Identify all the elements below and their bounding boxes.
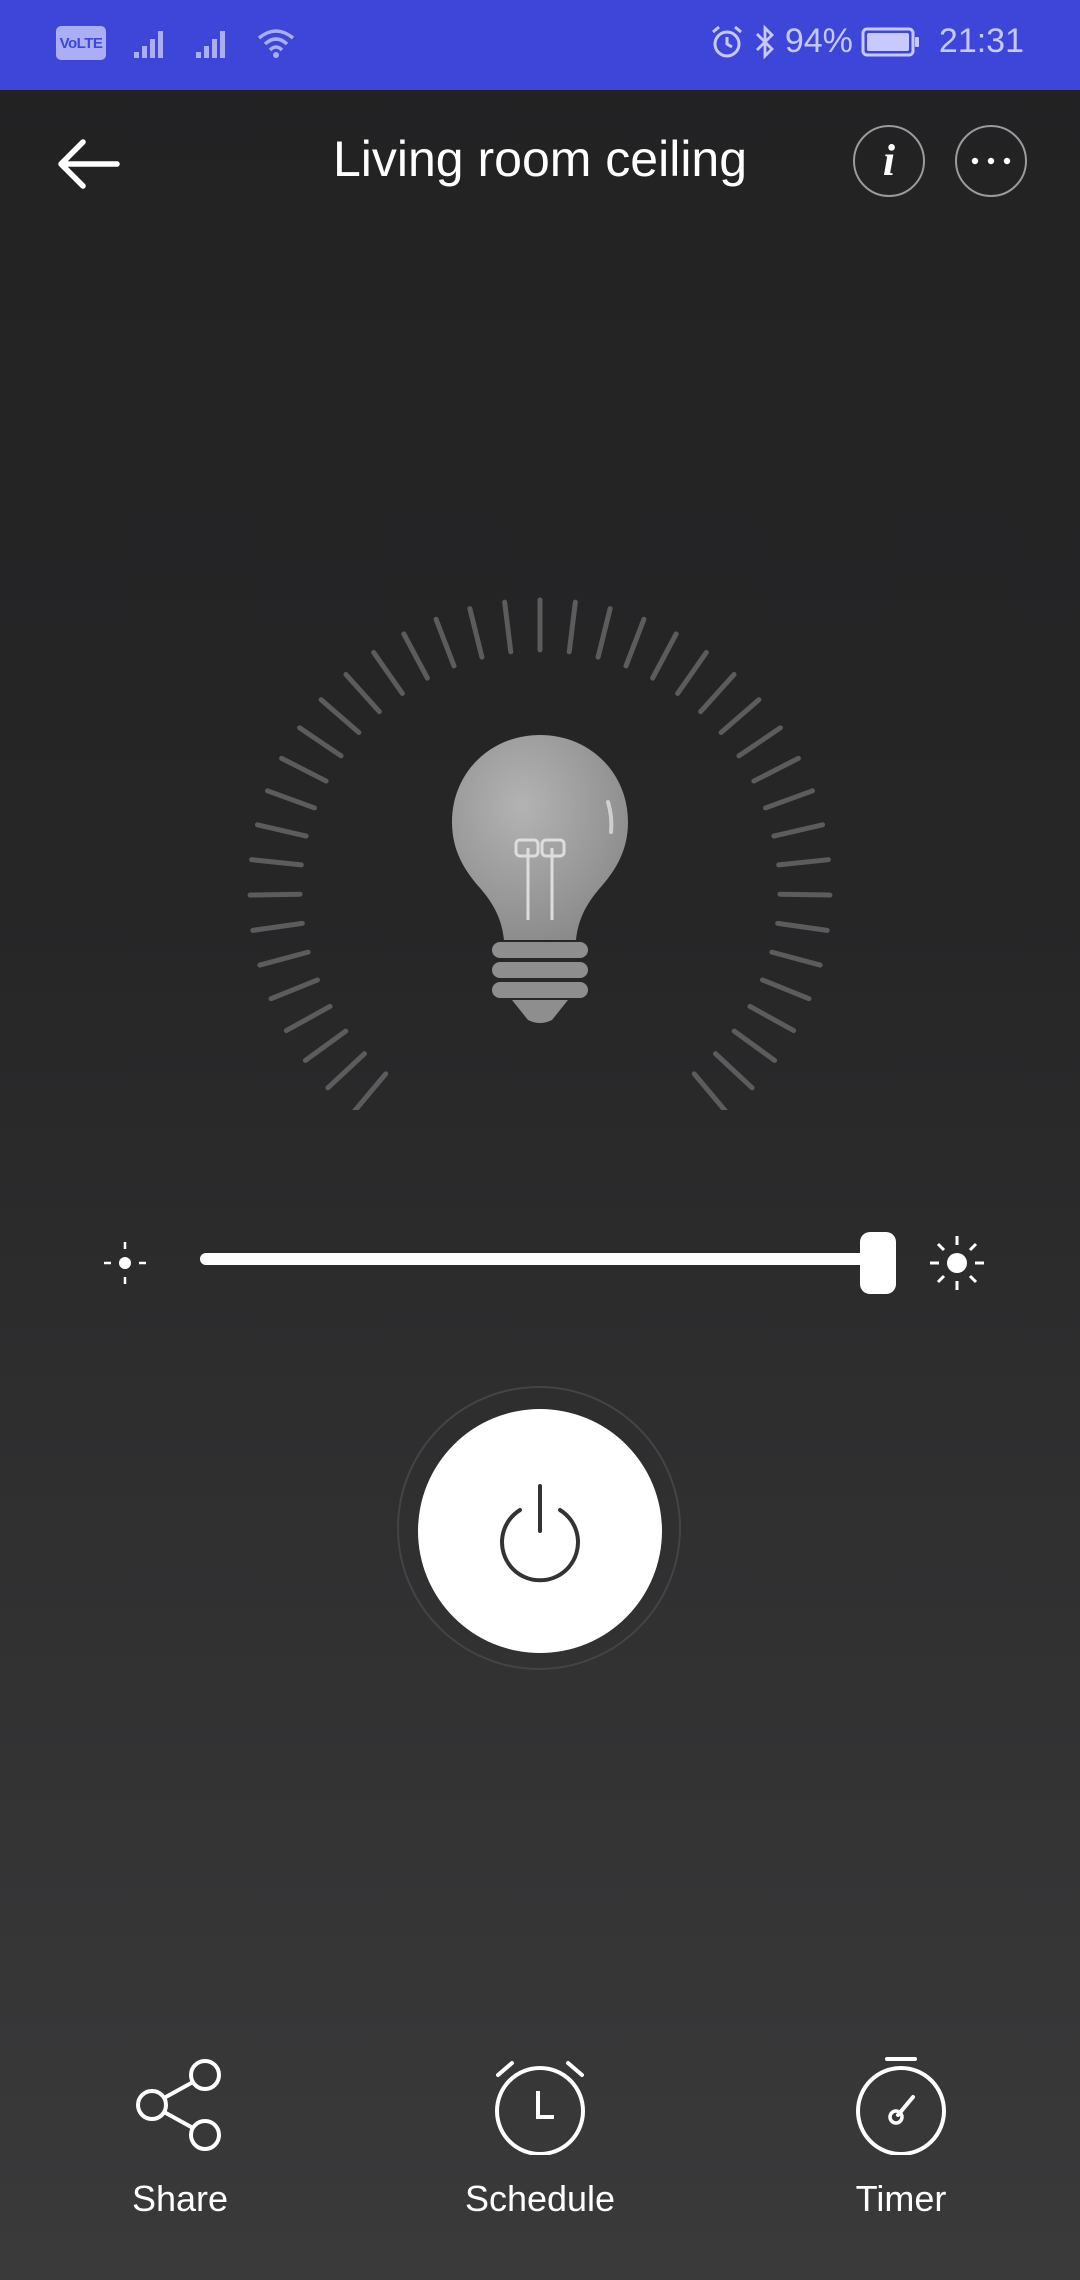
dial-tick <box>691 1071 729 1115</box>
status-right: 94% 21:31 <box>709 22 1024 61</box>
status-time: 21:31 <box>938 22 1024 60</box>
dial-svg <box>247 597 833 1115</box>
stopwatch-icon <box>856 2057 946 2155</box>
volte-badge: VoLTE <box>56 26 106 60</box>
bottom-actions: Share Schedule Timer <box>0 2050 1080 2250</box>
timer-label: Timer <box>855 2178 947 2219</box>
signal-icon <box>134 31 163 58</box>
bluetooth-icon <box>755 24 774 59</box>
dial-tick <box>595 606 613 660</box>
dial-tick <box>763 788 816 811</box>
dial-tick <box>371 649 405 696</box>
dial-tick <box>249 857 304 868</box>
dial-tick <box>760 977 812 1002</box>
dial-tick <box>776 857 831 868</box>
dial-tick <box>257 949 311 968</box>
dial-tick <box>268 977 320 1002</box>
brightness-slider[interactable] <box>200 1232 896 1294</box>
lamp-dial <box>230 590 850 1115</box>
status-left: VoLTE <box>56 26 296 60</box>
dial-tick <box>279 755 329 784</box>
brightness-low-icon <box>104 1242 146 1284</box>
brightness-slider-thumb[interactable] <box>860 1232 896 1294</box>
dial-tick <box>771 822 826 839</box>
alarm-clock-icon <box>495 2061 585 2155</box>
dial-tick <box>302 1028 349 1063</box>
light-bulb-icon <box>452 735 628 1023</box>
dial-tick <box>247 891 303 898</box>
dial-tick <box>747 1003 797 1034</box>
dial-tick <box>325 1051 367 1091</box>
more-horizontal-icon <box>971 157 1011 165</box>
dial-tick <box>318 697 362 736</box>
dial-tick <box>283 1003 333 1034</box>
battery-icon <box>861 27 919 56</box>
battery-percentage: 94% <box>784 22 853 60</box>
dial-tick <box>751 755 801 784</box>
dial-tick <box>297 725 344 759</box>
dial-tick <box>775 920 830 933</box>
wifi-icon <box>257 29 295 58</box>
schedule-label: Schedule <box>464 2178 616 2219</box>
dial-tick <box>698 671 737 715</box>
dial-tick <box>777 891 833 898</box>
dial-tick <box>566 599 578 655</box>
dial-tick <box>467 606 485 660</box>
dial-tick <box>736 725 783 759</box>
power-icon <box>500 1484 580 1583</box>
dial-tick <box>264 788 317 811</box>
dial-tick <box>250 920 305 933</box>
dial-tick <box>713 1051 755 1091</box>
dial-tick <box>351 1071 389 1115</box>
dial-tick <box>502 599 514 655</box>
signal-icon-2 <box>196 31 225 58</box>
more-button[interactable] <box>955 125 1027 197</box>
brightness-control <box>0 1220 1080 1300</box>
dial-tick <box>718 697 762 736</box>
alarm-icon <box>711 25 742 57</box>
dial-tick <box>731 1028 778 1063</box>
share-button[interactable]: Share <box>60 2050 300 2250</box>
info-icon: i <box>882 136 896 185</box>
dial-tick <box>650 631 679 681</box>
dial-tick <box>433 616 457 669</box>
brightness-slider-fill <box>200 1253 878 1265</box>
dial-tick <box>401 631 430 681</box>
dial-tick <box>769 949 823 968</box>
dial-tick <box>623 616 647 669</box>
share-icon <box>136 2059 221 2151</box>
app-bar: Living room ceiling i <box>0 90 1080 230</box>
dial-tick <box>343 671 382 715</box>
power-button[interactable] <box>418 1409 662 1653</box>
status-bar: VoLTE 94% 21:31 <box>0 0 1080 90</box>
brightness-high-icon <box>930 1236 984 1290</box>
info-button[interactable]: i <box>853 125 925 197</box>
timer-button[interactable]: Timer <box>781 2050 1021 2250</box>
dial-tick <box>675 649 709 696</box>
schedule-button[interactable]: Schedule <box>420 2050 660 2250</box>
dial-tick <box>254 822 309 839</box>
share-label: Share <box>131 2178 229 2219</box>
